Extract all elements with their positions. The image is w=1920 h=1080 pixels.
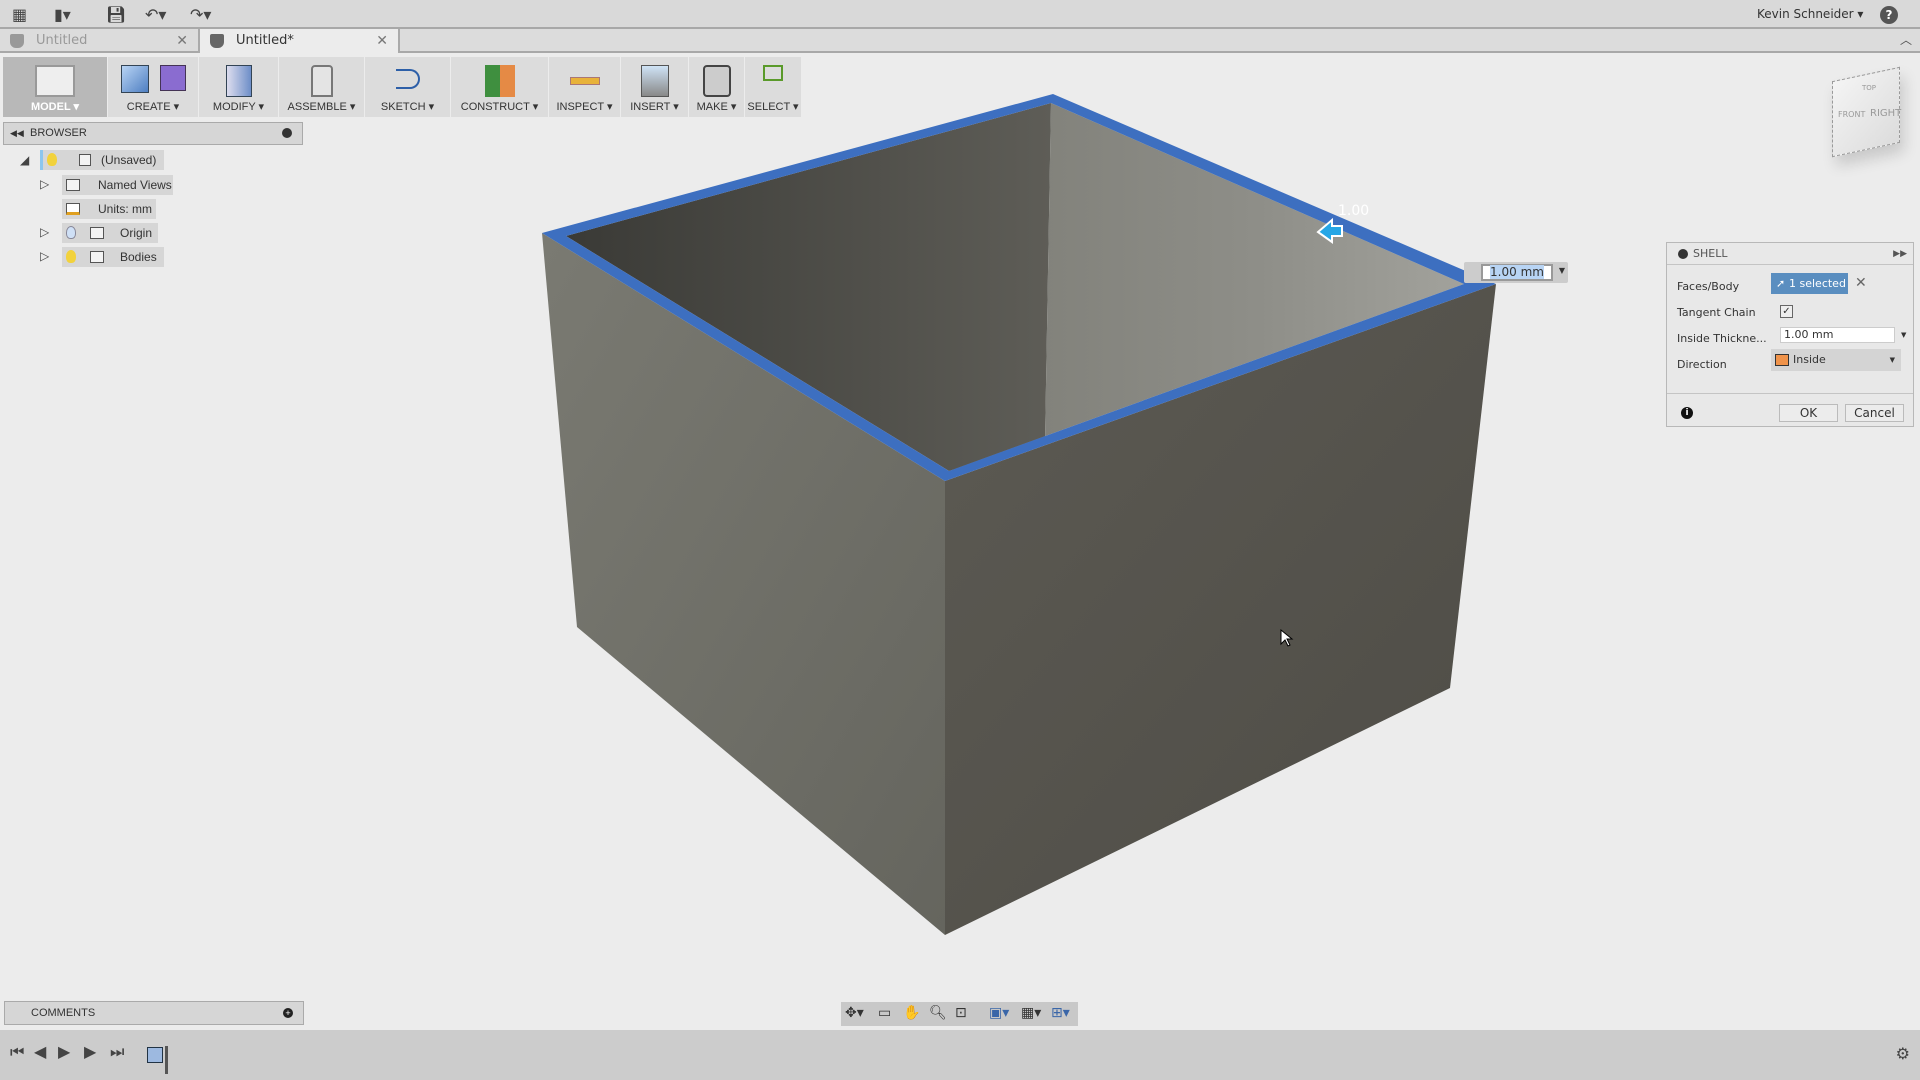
go-to-start-icon[interactable]: ⏮ xyxy=(10,1042,24,1062)
expand-dialog-icon[interactable]: ▶▶ xyxy=(1893,243,1907,265)
viewports-icon[interactable]: ⊞▾ xyxy=(1051,1005,1070,1021)
navigation-bar: ✥▾ ▭ ✋ 🔍︎ ⊡ ▣▾ ▦▾ ⊞▾ xyxy=(841,1002,1078,1026)
dimension-input-box: 1.00 mm ▼ xyxy=(1464,262,1568,283)
viewcube-front[interactable]: FRONT xyxy=(1838,110,1865,119)
collapse-dialog-icon[interactable] xyxy=(1678,249,1688,259)
tangent-chain-checkbox[interactable]: ✓ xyxy=(1780,305,1793,318)
faces-body-selection[interactable]: ➚ 1 selected xyxy=(1771,273,1848,294)
select-arrow-icon: ➚ xyxy=(1776,277,1786,290)
timeline-feature-box-icon[interactable] xyxy=(147,1047,163,1063)
add-comment-icon[interactable]: + xyxy=(283,1008,293,1018)
play-icon[interactable]: ▶ xyxy=(84,1042,96,1061)
timeline-marker[interactable] xyxy=(165,1046,168,1074)
go-to-end-icon[interactable]: ⏭ xyxy=(110,1042,124,1062)
display-settings-icon[interactable]: ▣▾ xyxy=(989,1005,1009,1021)
dropdown-arrow-icon[interactable]: ▼ xyxy=(1559,266,1565,275)
pan-hand-icon[interactable]: ✋ xyxy=(903,1005,920,1021)
direction-value: Inside xyxy=(1793,353,1826,366)
viewcube[interactable]: FRONT RIGHT TOP xyxy=(1832,66,1902,158)
faces-body-label: Faces/Body xyxy=(1677,280,1740,293)
comments-title: COMMENTS xyxy=(31,1007,96,1019)
dimension-input[interactable]: 1.00 mm xyxy=(1481,264,1553,281)
manipulator-value: 1.00 xyxy=(1338,203,1369,219)
shell-dialog-header[interactable]: SHELL ▶▶ xyxy=(1667,243,1913,265)
inside-thickness-label: Inside Thickne... xyxy=(1677,332,1767,345)
tangent-chain-label: Tangent Chain xyxy=(1677,306,1756,319)
direction-label: Direction xyxy=(1677,358,1727,371)
viewcube-right[interactable]: RIGHT xyxy=(1870,108,1901,119)
orbit-icon[interactable]: ✥▾ xyxy=(845,1005,864,1021)
selection-count: 1 selected xyxy=(1789,277,1846,290)
dimension-value: 1.00 mm xyxy=(1490,265,1544,279)
step-forward-icon[interactable]: ▶ xyxy=(58,1042,70,1061)
clear-selection-icon[interactable]: ✕ xyxy=(1855,275,1867,291)
settings-gear-icon[interactable]: ⚙ xyxy=(1896,1044,1910,1063)
step-back-icon[interactable]: ◀ xyxy=(34,1042,46,1061)
direction-select[interactable]: Inside ▼ xyxy=(1771,349,1901,371)
cancel-button[interactable]: Cancel xyxy=(1845,404,1904,422)
dialog-title: SHELL xyxy=(1693,247,1728,260)
fit-icon[interactable]: ⊡ xyxy=(955,1005,967,1021)
zoom-icon[interactable]: 🔍︎ xyxy=(929,1005,947,1021)
look-at-icon[interactable]: ▭ xyxy=(878,1005,891,1021)
shell-dialog: SHELL ▶▶ Faces/Body ➚ 1 selected ✕ Tangen… xyxy=(1666,242,1914,427)
viewcube-top[interactable]: TOP xyxy=(1862,84,1876,92)
direction-inside-icon xyxy=(1775,354,1789,366)
ok-button[interactable]: OK xyxy=(1779,404,1838,422)
dropdown-arrow-icon[interactable]: ▼ xyxy=(1901,331,1906,339)
info-icon[interactable]: i xyxy=(1681,407,1693,419)
inside-thickness-input[interactable]: 1.00 mm xyxy=(1780,327,1895,343)
timeline-bar: ⏮ ◀ ▶ ▶ ⏭ ⚙ xyxy=(0,1030,1920,1080)
grid-icon[interactable]: ▦▾ xyxy=(1021,1005,1041,1021)
comments-panel-header[interactable]: COMMENTS + xyxy=(4,1001,304,1025)
dropdown-arrow-icon: ▼ xyxy=(1889,356,1895,364)
model-viewport[interactable]: 1.00 xyxy=(0,0,1920,1080)
